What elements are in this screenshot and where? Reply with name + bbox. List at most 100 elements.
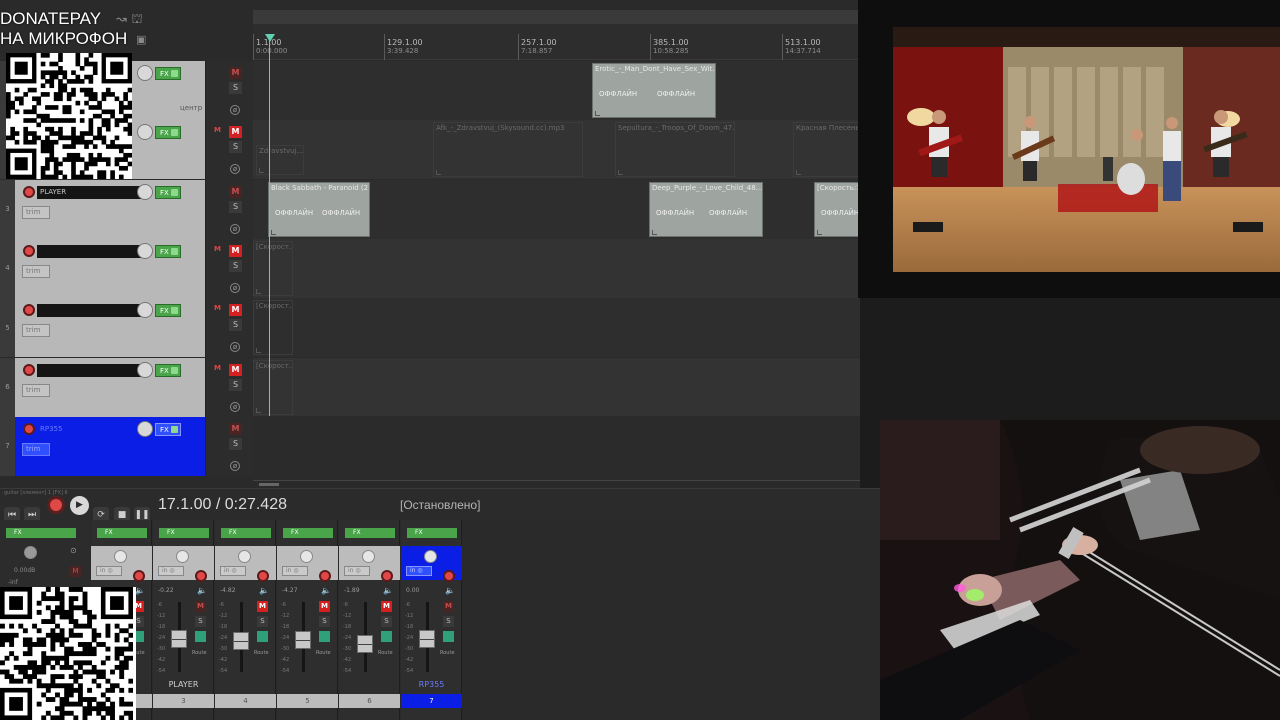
record-arm-button[interactable] [23, 304, 35, 317]
strip-solo-button[interactable]: S [257, 616, 268, 627]
strip-fx-button[interactable]: FX [221, 528, 271, 538]
media-item[interactable]: Erotic_-_Man_Dont_Have_Sex_Wit... ОФФЛАЙН… [592, 63, 716, 118]
track-number[interactable]: 7 [0, 416, 15, 476]
envelope-lock-icons[interactable]: ↝ ⛫ [116, 12, 143, 29]
media-item[interactable]: Black Sabbath - Paranoid (2... ОФФЛАЙН ОФФ… [268, 181, 370, 237]
strip-record-arm[interactable] [381, 570, 393, 582]
track-row[interactable]: 5 trim FX M M Sø [Скорост... [0, 298, 860, 358]
input-button[interactable]: in ◎ [220, 566, 246, 576]
track-control-panel[interactable]: RP355 trim FX [15, 416, 206, 476]
strip-mute-button[interactable]: M [319, 601, 330, 612]
input-button[interactable]: in ◎ [344, 566, 370, 576]
playhead-marker[interactable] [265, 34, 275, 42]
mute-button[interactable]: M [229, 304, 242, 317]
speaker-icon[interactable]: 🔈 [321, 586, 331, 595]
solo-button[interactable]: S [229, 437, 242, 450]
strip-solo-button[interactable]: S [381, 616, 392, 627]
mute-button[interactable]: M [229, 244, 242, 257]
strip-solo-button[interactable]: S [443, 616, 454, 627]
track-number[interactable]: 4 [0, 238, 15, 298]
solo-button[interactable]: S [229, 378, 242, 391]
track-name-field[interactable]: PLAYER [37, 185, 145, 199]
strip-fx-button[interactable]: FX [97, 528, 147, 538]
master-mute-button[interactable]: M [70, 566, 81, 577]
track-name-field[interactable] [37, 304, 145, 318]
input-button[interactable]: in ◎ [406, 566, 432, 576]
strip-record-arm[interactable] [133, 570, 145, 582]
strip-record-arm[interactable] [257, 570, 269, 582]
volume-fader[interactable] [171, 630, 187, 648]
fade-handle[interactable] [256, 288, 261, 294]
volume-fader[interactable] [357, 635, 373, 653]
track-control-panel[interactable]: PLAYER trim FX [15, 179, 206, 239]
route-button[interactable]: Route [316, 650, 331, 656]
solo-button[interactable]: S [229, 141, 242, 154]
track-name-field[interactable] [37, 244, 145, 258]
strip-fx-button[interactable]: FX [159, 528, 209, 538]
strip-solo-button[interactable]: S [195, 616, 206, 627]
media-item[interactable]: Afk_-_Zdravstvuj_(Skysound.cc).mp3 [433, 122, 583, 178]
master-mono-icon[interactable]: ⊙ [70, 546, 77, 555]
track-lane[interactable]: Black Sabbath - Paranoid (2... ОФФЛАЙН ОФФ… [253, 179, 864, 239]
trim-button[interactable]: trim [22, 442, 50, 456]
media-item[interactable]: Красная Плесень... [793, 122, 863, 178]
track-control-panel[interactable]: trim FX [15, 298, 206, 358]
track-row[interactable]: 3 PLAYER trim FX M Sø Black Sabbath - Paranoid… [0, 179, 864, 239]
fade-handle[interactable] [436, 170, 441, 176]
pan-knob[interactable] [424, 550, 437, 563]
volume-knob[interactable] [137, 65, 153, 81]
scroll-thumb[interactable] [259, 483, 279, 486]
lock-icon[interactable]: ▣ [136, 33, 146, 46]
record-arm-button[interactable] [23, 185, 35, 198]
volume-fader[interactable] [419, 630, 435, 648]
pan-knob[interactable] [238, 550, 251, 563]
input-button[interactable]: in ◎ [96, 566, 122, 576]
track-lane[interactable]: Zdravstvuj... Afk_-_Zdravstvuj_(Skysound.… [253, 120, 863, 180]
fx-button[interactable]: FX [155, 185, 181, 199]
fade-handle[interactable] [256, 348, 261, 354]
volume-knob[interactable] [137, 302, 153, 319]
pan-knob[interactable] [300, 550, 313, 563]
input-button[interactable]: in ◎ [158, 566, 184, 576]
strip-fx-button[interactable]: FX [283, 528, 333, 538]
fade-handle[interactable] [817, 229, 822, 235]
trim-button[interactable]: trim [22, 264, 50, 278]
play-button[interactable]: ▶ [70, 496, 89, 515]
strip-number[interactable]: 5 [277, 694, 338, 708]
pan-knob[interactable] [362, 550, 375, 563]
volume-knob[interactable] [137, 242, 153, 259]
strip-mute-button[interactable]: M [443, 601, 454, 612]
strip-record-arm[interactable] [195, 570, 207, 582]
fx-button[interactable]: FX [155, 422, 181, 436]
record-arm-button[interactable] [23, 363, 35, 376]
track-lane[interactable]: [Скорост... [253, 357, 860, 417]
volume-knob[interactable] [137, 420, 153, 437]
solo-button[interactable]: S [229, 200, 242, 213]
speaker-icon[interactable]: 🔈 [197, 586, 207, 595]
strip-mute-button[interactable]: M [195, 601, 206, 612]
phase-button[interactable] [257, 631, 268, 642]
strip-mute-button[interactable]: M [257, 601, 268, 612]
phase-icon[interactable]: ø [230, 164, 240, 175]
mute-button[interactable]: M [229, 67, 242, 79]
phase-button[interactable] [381, 631, 392, 642]
media-item[interactable]: [Скорост... [253, 359, 293, 415]
media-item[interactable]: [Скорост... [253, 300, 293, 356]
track-name-field[interactable]: RP355 [37, 422, 145, 436]
speaker-icon[interactable]: 🔈 [383, 586, 393, 595]
phase-icon[interactable]: ø [230, 223, 240, 234]
strip-name[interactable]: PLAYER [153, 680, 214, 689]
route-button[interactable]: Route [440, 650, 455, 656]
phase-button[interactable] [319, 631, 330, 642]
mute-button[interactable]: M [229, 185, 242, 198]
speaker-icon[interactable]: 🔈 [135, 586, 145, 595]
ruler-region-bar[interactable] [253, 10, 860, 24]
strip-mute-button[interactable]: M [381, 601, 392, 612]
mute-button[interactable]: M [229, 363, 242, 376]
volume-fader[interactable] [233, 632, 249, 650]
track-control-panel[interactable]: trim FX [15, 357, 206, 417]
pan-knob[interactable] [176, 550, 189, 563]
route-button[interactable]: Route [192, 650, 207, 656]
phase-icon[interactable]: ø [230, 460, 240, 471]
fx-button[interactable]: FX [155, 244, 181, 258]
